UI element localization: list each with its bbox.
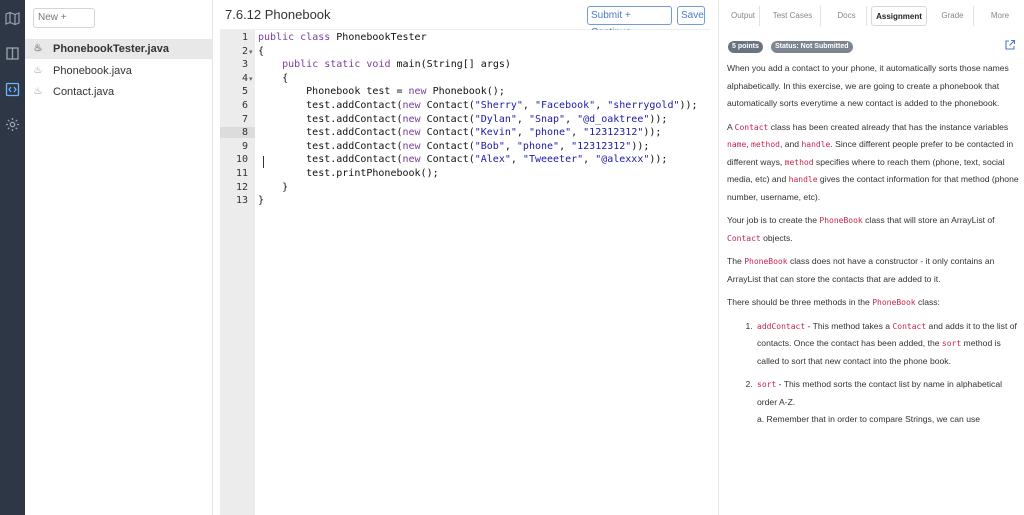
save-button[interactable]: Save	[677, 6, 705, 25]
code-line: test.addContact(new Contact("Alex", "Twe…	[258, 154, 668, 166]
tab-assignment[interactable]: Assignment	[871, 6, 927, 26]
new-file-button[interactable]: New +	[33, 8, 95, 28]
code-line: test.addContact(new Contact("Sherry", "F…	[258, 100, 698, 111]
file-panel: New + ♨ PhonebookTester.java ♨ Phonebook…	[25, 0, 213, 515]
code-icon[interactable]	[5, 82, 20, 97]
line-number: 2	[241, 45, 248, 57]
inline-code: PhoneBook	[819, 216, 863, 225]
line-number: 3	[241, 59, 248, 71]
text: - This method sorts the contact list by …	[757, 379, 1003, 407]
text: , and	[779, 139, 802, 149]
line-number: 13	[235, 195, 248, 207]
paragraph-your-job: Your job is to create the PhoneBook clas…	[727, 212, 1019, 247]
code-line: public static void main(String[] args)	[282, 59, 511, 71]
text-cursor	[263, 156, 264, 168]
paragraph-constructor: The PhoneBook class does not have a cons…	[727, 253, 1019, 288]
gear-icon[interactable]	[5, 117, 20, 132]
file-name: Contact.java	[53, 86, 115, 98]
line-number: 10	[235, 154, 248, 166]
text: - This method takes a	[805, 320, 893, 331]
text: Your job is to create the	[727, 215, 820, 225]
fold-arrow-icon[interactable]: ▾	[249, 75, 253, 83]
code-line: test.printPhonebook();	[258, 168, 439, 179]
inline-code: method	[751, 140, 780, 149]
status-badge: Status: Not Submitted	[771, 41, 853, 53]
text: class has been created already that has …	[768, 121, 1009, 132]
code-line: test.addContact(new Contact("Bob", "phon…	[258, 140, 650, 152]
inline-code: Contact	[734, 122, 769, 132]
editor-header: 7.6.12 Phonebook Submit + Continue Save	[220, 0, 710, 38]
book-icon[interactable]	[5, 46, 20, 61]
inline-code: addContact	[757, 321, 806, 331]
paragraph-intro: When you add a contact to your phone, it…	[727, 63, 1009, 108]
code-line: Phonebook test = new Phonebook();	[258, 86, 505, 98]
external-link-icon[interactable]	[1004, 39, 1016, 51]
assignment-panel: Output Test Cases Docs Assignment Grade …	[718, 0, 1024, 515]
file-name: Phonebook.java	[53, 65, 132, 77]
text: objects.	[760, 232, 793, 243]
tab-test-cases[interactable]: Test Cases	[765, 6, 821, 26]
paragraph-contact-class: A Contact class has been created already…	[727, 119, 1019, 207]
file-name: PhonebookTester.java	[53, 43, 169, 55]
inline-code: name	[727, 140, 747, 149]
line-number: 8	[220, 127, 255, 139]
inline-code: PhoneBook	[744, 257, 788, 266]
inline-code: PhoneBook	[872, 298, 916, 307]
list-item: sort - This method sorts the contact lis…	[755, 376, 1019, 429]
java-file-icon: ♨	[33, 65, 43, 76]
file-item-contact[interactable]: ♨ Contact.java	[25, 82, 213, 102]
line-number: 9	[241, 140, 248, 152]
text: class that will store an ArrayList of	[862, 215, 995, 225]
text: class:	[915, 297, 940, 307]
left-rail	[0, 0, 25, 515]
tab-docs[interactable]: Docs	[827, 6, 867, 26]
inline-code: sort	[757, 380, 777, 389]
fold-arrow-icon[interactable]: ▾	[249, 48, 253, 56]
inline-code: method	[784, 157, 814, 167]
assignment-description: When you add a contact to your phone, it…	[727, 60, 1019, 435]
points-badge: 5 points	[728, 41, 763, 53]
methods-list: addContact - This method takes a Contact…	[755, 318, 1019, 429]
file-item-phonebooktester[interactable]: ♨ PhonebookTester.java	[25, 39, 213, 59]
paragraph-methods: There should be three methods in the Pho…	[727, 294, 1019, 312]
inline-code: handle	[788, 175, 818, 184]
code-text-area[interactable]: public class PhonebookTester { public sta…	[255, 30, 710, 515]
tab-grade[interactable]: Grade	[932, 6, 974, 26]
sub-item: a. Remember that in order to compare Str…	[757, 414, 981, 424]
line-number: 4	[241, 72, 248, 84]
line-number: 5	[241, 86, 248, 98]
line-number: 7	[241, 113, 248, 125]
code-line: {	[258, 45, 265, 57]
code-line: }	[258, 195, 265, 207]
inline-code: sort	[941, 339, 962, 348]
exercise-title: 7.6.12 Phonebook	[225, 7, 331, 22]
inline-code: Contact	[892, 321, 927, 331]
text: There should be three methods in the	[727, 297, 873, 307]
tab-more[interactable]: More	[984, 6, 1016, 26]
code-line: public class PhonebookTester	[258, 32, 427, 43]
tab-output[interactable]: Output	[727, 6, 760, 26]
panel-tabs: Output Test Cases Docs Assignment Grade …	[719, 6, 1024, 26]
text: The	[727, 256, 745, 266]
inline-code: Contact	[727, 233, 761, 243]
map-icon[interactable]	[5, 11, 20, 26]
list-item: addContact - This method takes a Contact…	[755, 318, 1019, 371]
code-line: {	[258, 72, 289, 84]
line-number: 6	[241, 100, 248, 111]
java-file-icon: ♨	[33, 43, 43, 54]
line-number: 1	[241, 32, 248, 43]
line-number-gutter: 1 2 ▾ 3 4 ▾ 5 6 7 8 9 10 11 12 13	[220, 30, 255, 515]
text: A	[727, 121, 735, 132]
code-editor-panel: 7.6.12 Phonebook Submit + Continue Save …	[220, 0, 710, 515]
code-line: }	[258, 181, 289, 193]
line-number: 12	[235, 181, 248, 193]
submit-continue-button[interactable]: Submit + Continue	[587, 6, 672, 38]
code-line: test.addContact(new Contact("Kevin", "ph…	[258, 127, 662, 139]
java-file-icon: ♨	[33, 86, 43, 97]
inline-code: handle	[801, 140, 831, 149]
file-item-phonebook[interactable]: ♨ Phonebook.java	[25, 61, 213, 81]
code-line: test.addContact(new Contact("Dylan", "Sn…	[258, 113, 668, 125]
codehs-editor-app: New + ♨ PhonebookTester.java ♨ Phonebook…	[0, 0, 1024, 515]
line-number: 11	[235, 168, 248, 179]
